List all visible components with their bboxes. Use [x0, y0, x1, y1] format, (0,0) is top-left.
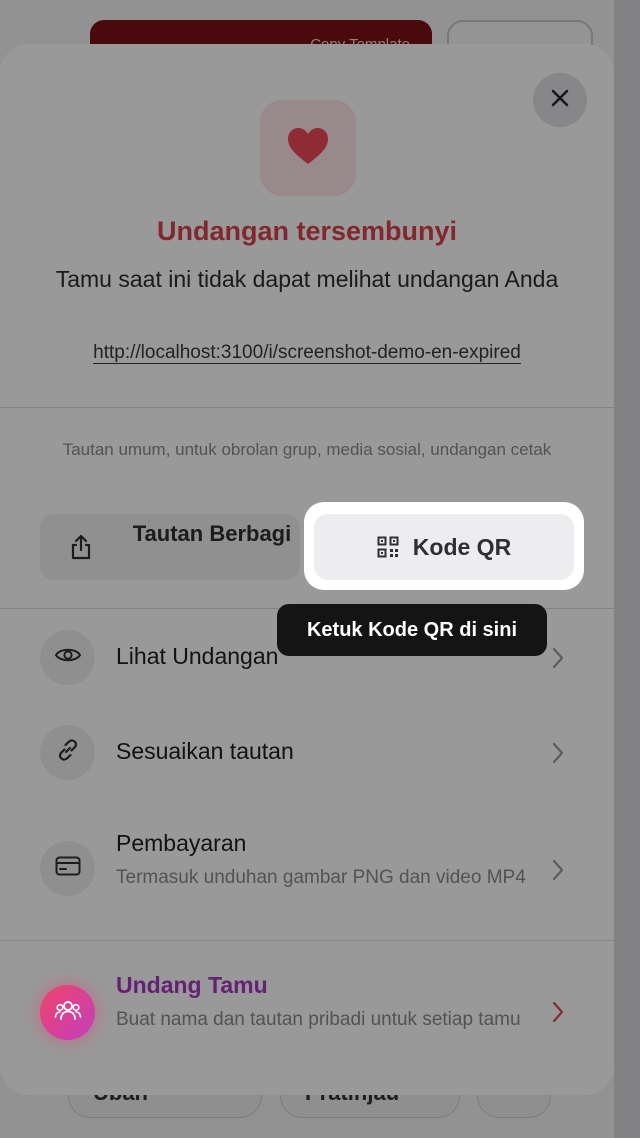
menu-item-payment[interactable]: Pembayaran Termasuk unduhan gambar PNG d…: [0, 830, 614, 930]
menu-item-customize-link[interactable]: Sesuaikan tautan: [0, 725, 614, 781]
eye-icon-circle: [40, 630, 95, 685]
sheet-title: Undangan tersembunyi: [156, 216, 458, 246]
share-note: Tautan umum, untuk obrolan grup, media s…: [62, 440, 552, 459]
qr-code-tooltip: Ketuk Kode QR di sini: [277, 604, 547, 656]
share-sheet: Undangan tersembunyi Tamu saat ini tidak…: [0, 44, 614, 1095]
invite-guests-label: Undang Tamu: [116, 972, 268, 998]
qr-code-button[interactable]: Kode QR: [314, 514, 574, 580]
invite-guests-icon-circle[interactable]: [40, 985, 95, 1040]
menu-item-sublabel: Termasuk unduhan gambar PNG dan video MP…: [116, 867, 526, 888]
chevron-right-icon: [551, 646, 565, 675]
link-icon-circle: [40, 725, 95, 780]
group-icon: [54, 999, 82, 1026]
menu-item-label: Sesuaikan tautan: [116, 738, 294, 764]
qr-code-label: Kode QR: [412, 533, 512, 560]
menu-item-label: Pembayaran: [116, 830, 247, 856]
credit-card-icon: [55, 856, 81, 881]
heart-icon: [287, 127, 329, 170]
invite-guests-sublabel: Buat nama dan tautan pribadi untuk setia…: [116, 1009, 521, 1030]
share-icon: [70, 534, 92, 565]
share-link-button[interactable]: Tautan Berbagi: [40, 514, 300, 580]
chevron-right-icon: [551, 1000, 565, 1029]
card-icon-circle: [40, 841, 95, 896]
sheet-subtitle: Tamu saat ini tidak dapat melihat undang…: [55, 266, 559, 292]
eye-icon: [54, 646, 81, 669]
close-icon: [550, 88, 570, 113]
invitation-link[interactable]: http://localhost:3100/i/screenshot-demo-…: [0, 342, 614, 364]
chevron-right-icon: [551, 858, 565, 887]
share-link-label: Tautan Berbagi: [132, 521, 292, 546]
heart-tile: [260, 100, 356, 196]
qr-code-icon: [377, 536, 399, 558]
chevron-right-icon: [551, 741, 565, 770]
close-button[interactable]: [533, 73, 587, 127]
link-icon: [55, 737, 81, 768]
divider: [0, 407, 614, 408]
menu-item-label: Lihat Undangan: [116, 643, 279, 669]
divider: [0, 940, 614, 941]
